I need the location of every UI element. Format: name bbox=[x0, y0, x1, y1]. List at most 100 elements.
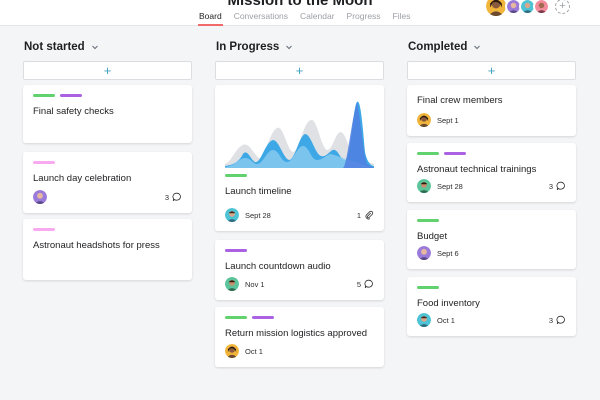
due-date[interactable]: Sept 28 bbox=[245, 211, 271, 220]
task-meta: Sept 28 1 bbox=[225, 208, 374, 222]
comment-count-value: 3 bbox=[548, 315, 553, 325]
due-date[interactable]: Sept 1 bbox=[437, 116, 459, 125]
task-meta: Oct 1 3 bbox=[417, 313, 566, 327]
task-card[interactable]: Launch day celebration 3 bbox=[23, 152, 192, 213]
tag-row bbox=[417, 219, 566, 222]
task-card[interactable]: Final crew members Sept 1 bbox=[407, 85, 576, 136]
assignee-avatar[interactable] bbox=[417, 113, 431, 127]
comment-icon bbox=[556, 315, 565, 325]
assignee-avatar[interactable] bbox=[417, 179, 431, 193]
add-task-button[interactable]: + bbox=[23, 61, 192, 80]
chevron-down-icon[interactable] bbox=[472, 42, 482, 52]
task-meta: Sept 1 bbox=[417, 113, 566, 127]
due-date[interactable]: Oct 1 bbox=[437, 316, 455, 325]
task-meta: Oct 1 bbox=[225, 344, 374, 358]
tag-row bbox=[225, 174, 374, 177]
tag-row bbox=[225, 316, 374, 319]
comment-count-value: 3 bbox=[548, 181, 553, 191]
task-title: Final crew members bbox=[417, 95, 503, 106]
task-title: Food inventory bbox=[417, 298, 480, 309]
task-cover-image bbox=[225, 101, 374, 168]
attachment-count-value: 1 bbox=[356, 210, 361, 220]
task-card[interactable]: Launch timeline Sept 28 1 bbox=[215, 85, 384, 231]
task-meta: Sept 28 3 bbox=[417, 179, 566, 193]
attachment-count[interactable]: 1 bbox=[357, 210, 374, 220]
tag-row bbox=[33, 228, 182, 231]
column-header[interactable]: Not started bbox=[24, 38, 192, 56]
task-title: Return mission logistics approved bbox=[225, 328, 368, 339]
tag-pink bbox=[33, 161, 55, 164]
task-meta: Nov 1 5 bbox=[225, 277, 374, 291]
task-title: Launch day celebration bbox=[33, 173, 132, 184]
assignee-avatar[interactable] bbox=[417, 313, 431, 327]
column-in-progress: In Progress + bbox=[215, 38, 384, 80]
task-card[interactable]: Food inventory Oct 1 3 bbox=[407, 277, 576, 336]
paperclip-icon bbox=[365, 210, 374, 220]
member-avatar[interactable] bbox=[533, 0, 550, 15]
comment-count[interactable]: 3 bbox=[549, 315, 566, 325]
column-title: Not started bbox=[24, 41, 85, 53]
tag-purple bbox=[444, 152, 466, 155]
add-member-button[interactable]: + bbox=[555, 0, 570, 14]
task-title: Launch timeline bbox=[225, 186, 292, 197]
task-card[interactable]: Astronaut technical trainings Sept 28 3 bbox=[407, 143, 576, 202]
assignee-avatar[interactable] bbox=[225, 208, 239, 222]
column-header[interactable]: In Progress bbox=[216, 38, 384, 56]
due-date[interactable]: Nov 1 bbox=[245, 280, 265, 289]
project-header: Mission to the Moon Board Conversations … bbox=[0, 0, 600, 26]
task-card[interactable]: Launch countdown audio Nov 1 5 bbox=[215, 240, 384, 300]
task-title: Launch countdown audio bbox=[225, 261, 331, 272]
project-members: + bbox=[484, 0, 570, 18]
tag-row bbox=[33, 161, 182, 164]
column-not-started: Not started + bbox=[23, 38, 192, 80]
due-date[interactable]: Sept 28 bbox=[437, 182, 463, 191]
task-title: Budget bbox=[417, 231, 448, 242]
column-title: Completed bbox=[408, 41, 468, 53]
task-card[interactable]: Astronaut headshots for press bbox=[23, 219, 192, 280]
tab-calendar[interactable]: Calendar bbox=[299, 11, 336, 26]
task-title: Final safety checks bbox=[33, 106, 114, 117]
tag-row bbox=[33, 94, 182, 97]
tag-row bbox=[417, 152, 566, 155]
tab-files[interactable]: Files bbox=[392, 11, 412, 26]
cover-wave-right bbox=[343, 102, 374, 168]
comment-count[interactable]: 3 bbox=[549, 181, 566, 191]
comment-count[interactable]: 5 bbox=[357, 279, 374, 289]
task-card[interactable]: Budget Sept 6 bbox=[407, 210, 576, 269]
chevron-down-icon[interactable] bbox=[90, 42, 100, 52]
add-task-button[interactable]: + bbox=[215, 61, 384, 80]
column-title: In Progress bbox=[216, 41, 280, 53]
comment-count-value: 5 bbox=[356, 279, 361, 289]
tag-green bbox=[225, 316, 247, 319]
assignee-avatar[interactable] bbox=[33, 190, 47, 204]
comment-count-value: 3 bbox=[164, 192, 169, 202]
chevron-down-icon[interactable] bbox=[284, 42, 294, 52]
tag-green bbox=[225, 174, 247, 177]
assignee-avatar[interactable] bbox=[417, 246, 431, 260]
assignee-avatar[interactable] bbox=[225, 277, 239, 291]
tag-green bbox=[417, 152, 439, 155]
assignee-avatar[interactable] bbox=[225, 344, 239, 358]
task-meta: Sept 6 bbox=[417, 246, 566, 260]
task-card[interactable]: Return mission logistics approved Oct 1 bbox=[215, 307, 384, 367]
due-date[interactable]: Sept 6 bbox=[437, 249, 459, 258]
column-completed: Completed + bbox=[407, 38, 576, 80]
tag-green bbox=[33, 94, 55, 97]
column-header[interactable]: Completed bbox=[408, 38, 576, 56]
comment-count[interactable]: 3 bbox=[165, 192, 182, 202]
due-date[interactable]: Oct 1 bbox=[245, 347, 263, 356]
project-tabs: Board Conversations Calendar Progress Fi… bbox=[198, 11, 412, 26]
tab-board[interactable]: Board bbox=[198, 11, 223, 26]
comment-icon bbox=[556, 181, 565, 191]
tab-progress[interactable]: Progress bbox=[346, 11, 382, 26]
comment-icon bbox=[172, 192, 181, 202]
tag-purple bbox=[225, 249, 247, 252]
task-card[interactable]: Final safety checks bbox=[23, 85, 192, 143]
task-meta: 3 bbox=[33, 190, 182, 204]
tag-pink bbox=[33, 228, 55, 231]
comment-icon bbox=[364, 279, 373, 289]
add-task-button[interactable]: + bbox=[407, 61, 576, 80]
tab-conversations[interactable]: Conversations bbox=[233, 11, 289, 26]
tag-purple bbox=[60, 94, 82, 97]
task-title: Astronaut technical trainings bbox=[417, 164, 537, 175]
